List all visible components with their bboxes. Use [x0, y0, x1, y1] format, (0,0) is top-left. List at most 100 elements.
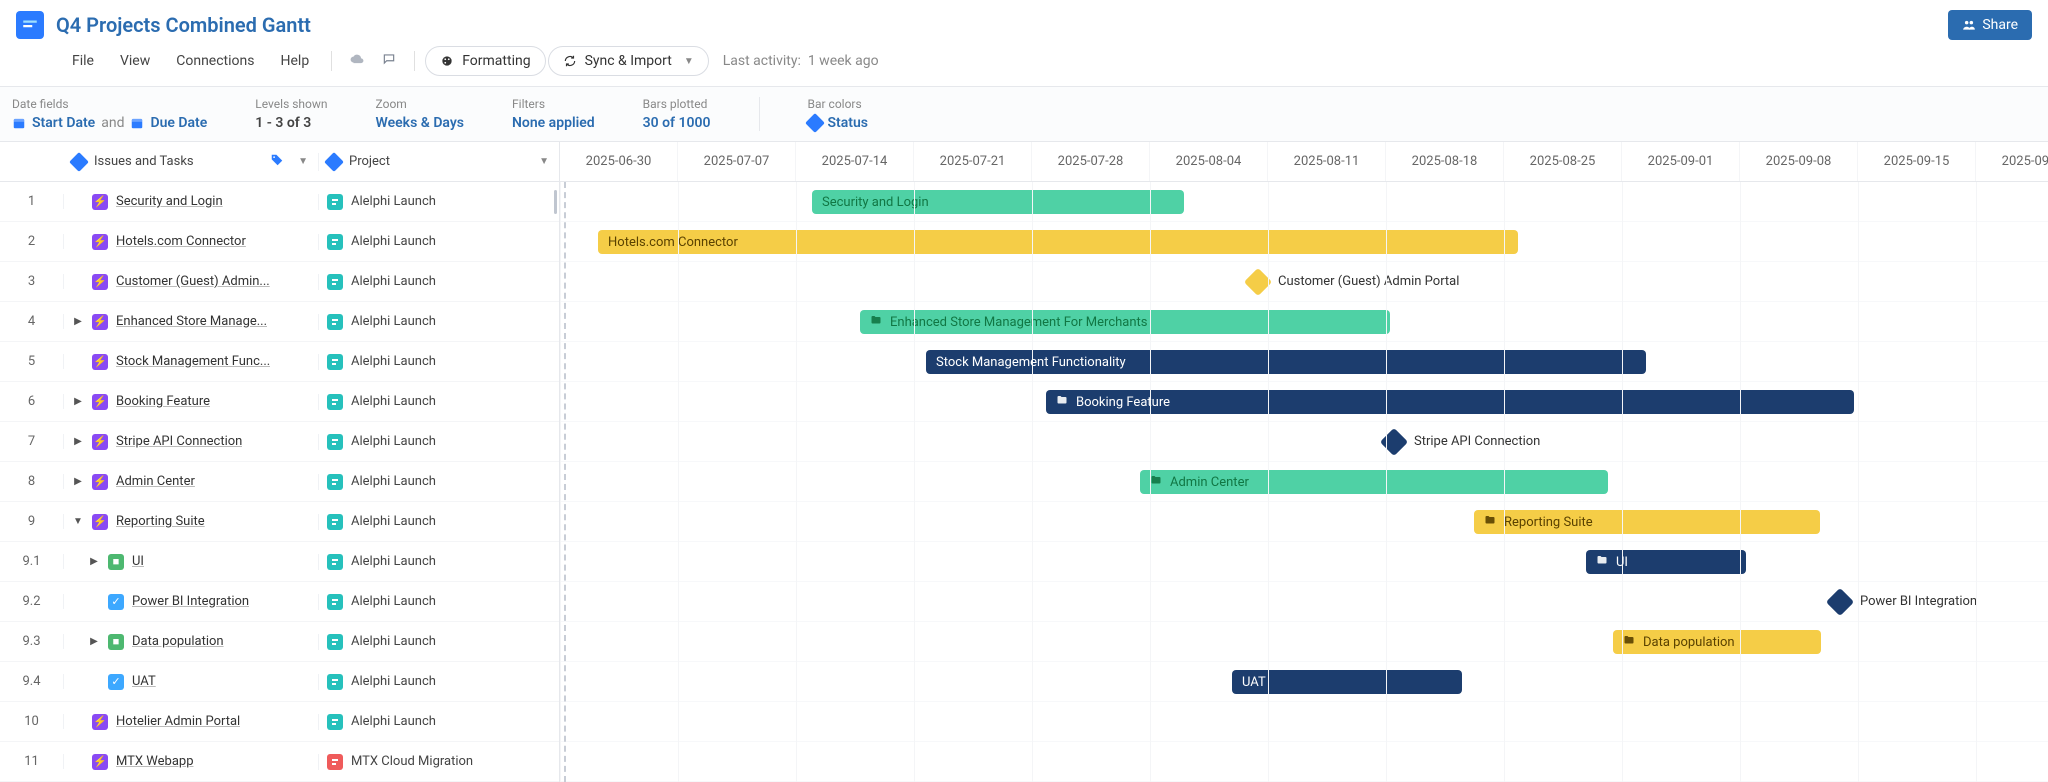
- issue-link[interactable]: UI: [132, 554, 144, 569]
- gantt-bar[interactable]: UAT: [1232, 670, 1462, 694]
- gantt-bar[interactable]: Stock Management Functionality: [926, 350, 1646, 374]
- project-cell[interactable]: Alelphi Launch: [319, 354, 559, 370]
- date-header-cell[interactable]: 2025-08-11: [1268, 142, 1386, 181]
- table-row[interactable]: 3⚡Customer (Guest) Admin...Alelphi Launc…: [0, 262, 559, 302]
- table-row[interactable]: 7▶⚡Stripe API ConnectionAlelphi Launch: [0, 422, 559, 462]
- gantt-body[interactable]: Security and Login Hotels.com Connector Cu…: [560, 182, 2048, 782]
- issue-cell[interactable]: ▶⚡Enhanced Store Manage...: [64, 314, 319, 330]
- chevron-down-icon[interactable]: ▼: [539, 156, 549, 167]
- gantt-bar[interactable]: Hotels.com Connector: [598, 230, 1518, 254]
- gantt-row[interactable]: Hotels.com Connector: [560, 222, 2048, 262]
- issue-link[interactable]: Enhanced Store Manage...: [116, 314, 267, 329]
- issue-cell[interactable]: ⚡Hotelier Admin Portal: [64, 714, 319, 730]
- gantt-bar[interactable]: Data population: [1613, 630, 1821, 654]
- issue-cell[interactable]: ▼⚡Reporting Suite: [64, 514, 319, 530]
- issue-link[interactable]: Booking Feature: [116, 394, 210, 409]
- comments-icon[interactable]: [374, 46, 404, 76]
- date-header-cell[interactable]: 2025-07-21: [914, 142, 1032, 181]
- issue-cell[interactable]: ✓Power BI Integration: [64, 594, 319, 610]
- date-header-cell[interactable]: 2025-08-04: [1150, 142, 1268, 181]
- project-cell[interactable]: Alelphi Launch: [319, 194, 559, 210]
- issue-link[interactable]: Customer (Guest) Admin...: [116, 274, 270, 289]
- cfg-bars[interactable]: Bars plotted 30 of 1000: [643, 97, 711, 131]
- cfg-levels[interactable]: Levels shown 1 - 3 of 3: [255, 97, 327, 131]
- date-header-cell[interactable]: 2025-06-30: [560, 142, 678, 181]
- date-header-cell[interactable]: 2025-07-07: [678, 142, 796, 181]
- table-row[interactable]: 6▶⚡Booking FeatureAlelphi Launch: [0, 382, 559, 422]
- date-header-cell[interactable]: 2025-08-18: [1386, 142, 1504, 181]
- issue-link[interactable]: Power BI Integration: [132, 594, 249, 609]
- right-pane[interactable]: 2025-06-302025-07-072025-07-142025-07-21…: [560, 142, 2048, 782]
- milestone-marker[interactable]: [1380, 428, 1408, 456]
- date-header-cell[interactable]: 2025-07-28: [1032, 142, 1150, 181]
- expand-toggle[interactable]: ▶: [72, 316, 84, 327]
- gantt-row[interactable]: [560, 702, 2048, 742]
- issue-link[interactable]: Reporting Suite: [116, 514, 205, 529]
- menu-view[interactable]: View: [108, 47, 162, 75]
- issue-cell[interactable]: ⚡Stock Management Func...: [64, 354, 319, 370]
- menu-file[interactable]: File: [60, 47, 106, 75]
- gantt-bar[interactable]: Enhanced Store Management For Merchants: [860, 310, 1390, 334]
- issue-link[interactable]: Hotels.com Connector: [116, 234, 246, 249]
- gantt-row[interactable]: Reporting Suite: [560, 502, 2048, 542]
- gantt-row[interactable]: Data population: [560, 622, 2048, 662]
- project-cell[interactable]: MTX Cloud Migration: [319, 754, 559, 770]
- table-row[interactable]: 2⚡Hotels.com ConnectorAlelphi Launch: [0, 222, 559, 262]
- gantt-row[interactable]: Stripe API Connection: [560, 422, 2048, 462]
- project-cell[interactable]: Alelphi Launch: [319, 314, 559, 330]
- expand-toggle[interactable]: ▶: [72, 436, 84, 447]
- project-cell[interactable]: Alelphi Launch: [319, 634, 559, 650]
- formatting-button[interactable]: Formatting: [425, 46, 545, 76]
- gantt-bar[interactable]: Security and Login: [812, 190, 1184, 214]
- table-row[interactable]: 5⚡Stock Management Func...Alelphi Launch: [0, 342, 559, 382]
- issue-cell[interactable]: ⚡Hotels.com Connector: [64, 234, 319, 250]
- issue-cell[interactable]: ▶⚡Stripe API Connection: [64, 434, 319, 450]
- project-cell[interactable]: Alelphi Launch: [319, 674, 559, 690]
- cloud-sync-icon[interactable]: [342, 46, 372, 76]
- project-cell[interactable]: Alelphi Launch: [319, 514, 559, 530]
- date-header-cell[interactable]: 2025-09-15: [1858, 142, 1976, 181]
- menu-connections[interactable]: Connections: [164, 47, 266, 75]
- issue-link[interactable]: Stripe API Connection: [116, 434, 242, 449]
- issue-link[interactable]: Security and Login: [116, 194, 223, 209]
- issue-cell[interactable]: ⚡MTX Webapp: [64, 754, 319, 770]
- project-cell[interactable]: Alelphi Launch: [319, 434, 559, 450]
- issue-link[interactable]: Data population: [132, 634, 224, 649]
- project-cell[interactable]: Alelphi Launch: [319, 474, 559, 490]
- date-header-cell[interactable]: 2025-08-25: [1504, 142, 1622, 181]
- gantt-bar[interactable]: Reporting Suite: [1474, 510, 1820, 534]
- resize-handle[interactable]: [554, 190, 557, 214]
- menu-help[interactable]: Help: [269, 47, 322, 75]
- issue-cell[interactable]: ⚡Customer (Guest) Admin...: [64, 274, 319, 290]
- gantt-row[interactable]: Admin Center: [560, 462, 2048, 502]
- table-row[interactable]: 4▶⚡Enhanced Store Manage...Alelphi Launc…: [0, 302, 559, 342]
- date-header-cell[interactable]: 2025-09-01: [1622, 142, 1740, 181]
- table-row[interactable]: 9▼⚡Reporting SuiteAlelphi Launch: [0, 502, 559, 542]
- tag-icon[interactable]: [270, 153, 284, 171]
- cfg-filters[interactable]: Filters None applied: [512, 97, 595, 131]
- milestone-marker[interactable]: [1826, 588, 1854, 616]
- issue-link[interactable]: MTX Webapp: [116, 754, 194, 769]
- table-row[interactable]: 9.2✓Power BI IntegrationAlelphi Launch: [0, 582, 559, 622]
- gantt-row[interactable]: Booking Feature: [560, 382, 2048, 422]
- expand-toggle[interactable]: ▶: [88, 556, 100, 567]
- sync-import-button[interactable]: Sync & Import ▼: [548, 46, 709, 76]
- expand-toggle[interactable]: ▼: [72, 516, 84, 527]
- issue-cell[interactable]: ▶⚡Booking Feature: [64, 394, 319, 410]
- issue-cell[interactable]: ⚡Security and Login: [64, 194, 319, 210]
- project-cell[interactable]: Alelphi Launch: [319, 714, 559, 730]
- expand-toggle[interactable]: ▶: [88, 636, 100, 647]
- gantt-row[interactable]: Customer (Guest) Admin Portal: [560, 262, 2048, 302]
- project-cell[interactable]: Alelphi Launch: [319, 274, 559, 290]
- gantt-row[interactable]: Security and Login: [560, 182, 2048, 222]
- project-cell[interactable]: Alelphi Launch: [319, 554, 559, 570]
- gantt-row[interactable]: Stock Management Functionality: [560, 342, 2048, 382]
- issue-cell[interactable]: ▶⚡Admin Center: [64, 474, 319, 490]
- table-row[interactable]: 1⚡Security and LoginAlelphi Launch: [0, 182, 559, 222]
- expand-toggle[interactable]: ▶: [72, 396, 84, 407]
- project-cell[interactable]: Alelphi Launch: [319, 594, 559, 610]
- issue-link[interactable]: Stock Management Func...: [116, 354, 270, 369]
- col-project[interactable]: Project ▼: [319, 154, 559, 169]
- expand-toggle[interactable]: ▶: [72, 476, 84, 487]
- gantt-row[interactable]: [560, 742, 2048, 782]
